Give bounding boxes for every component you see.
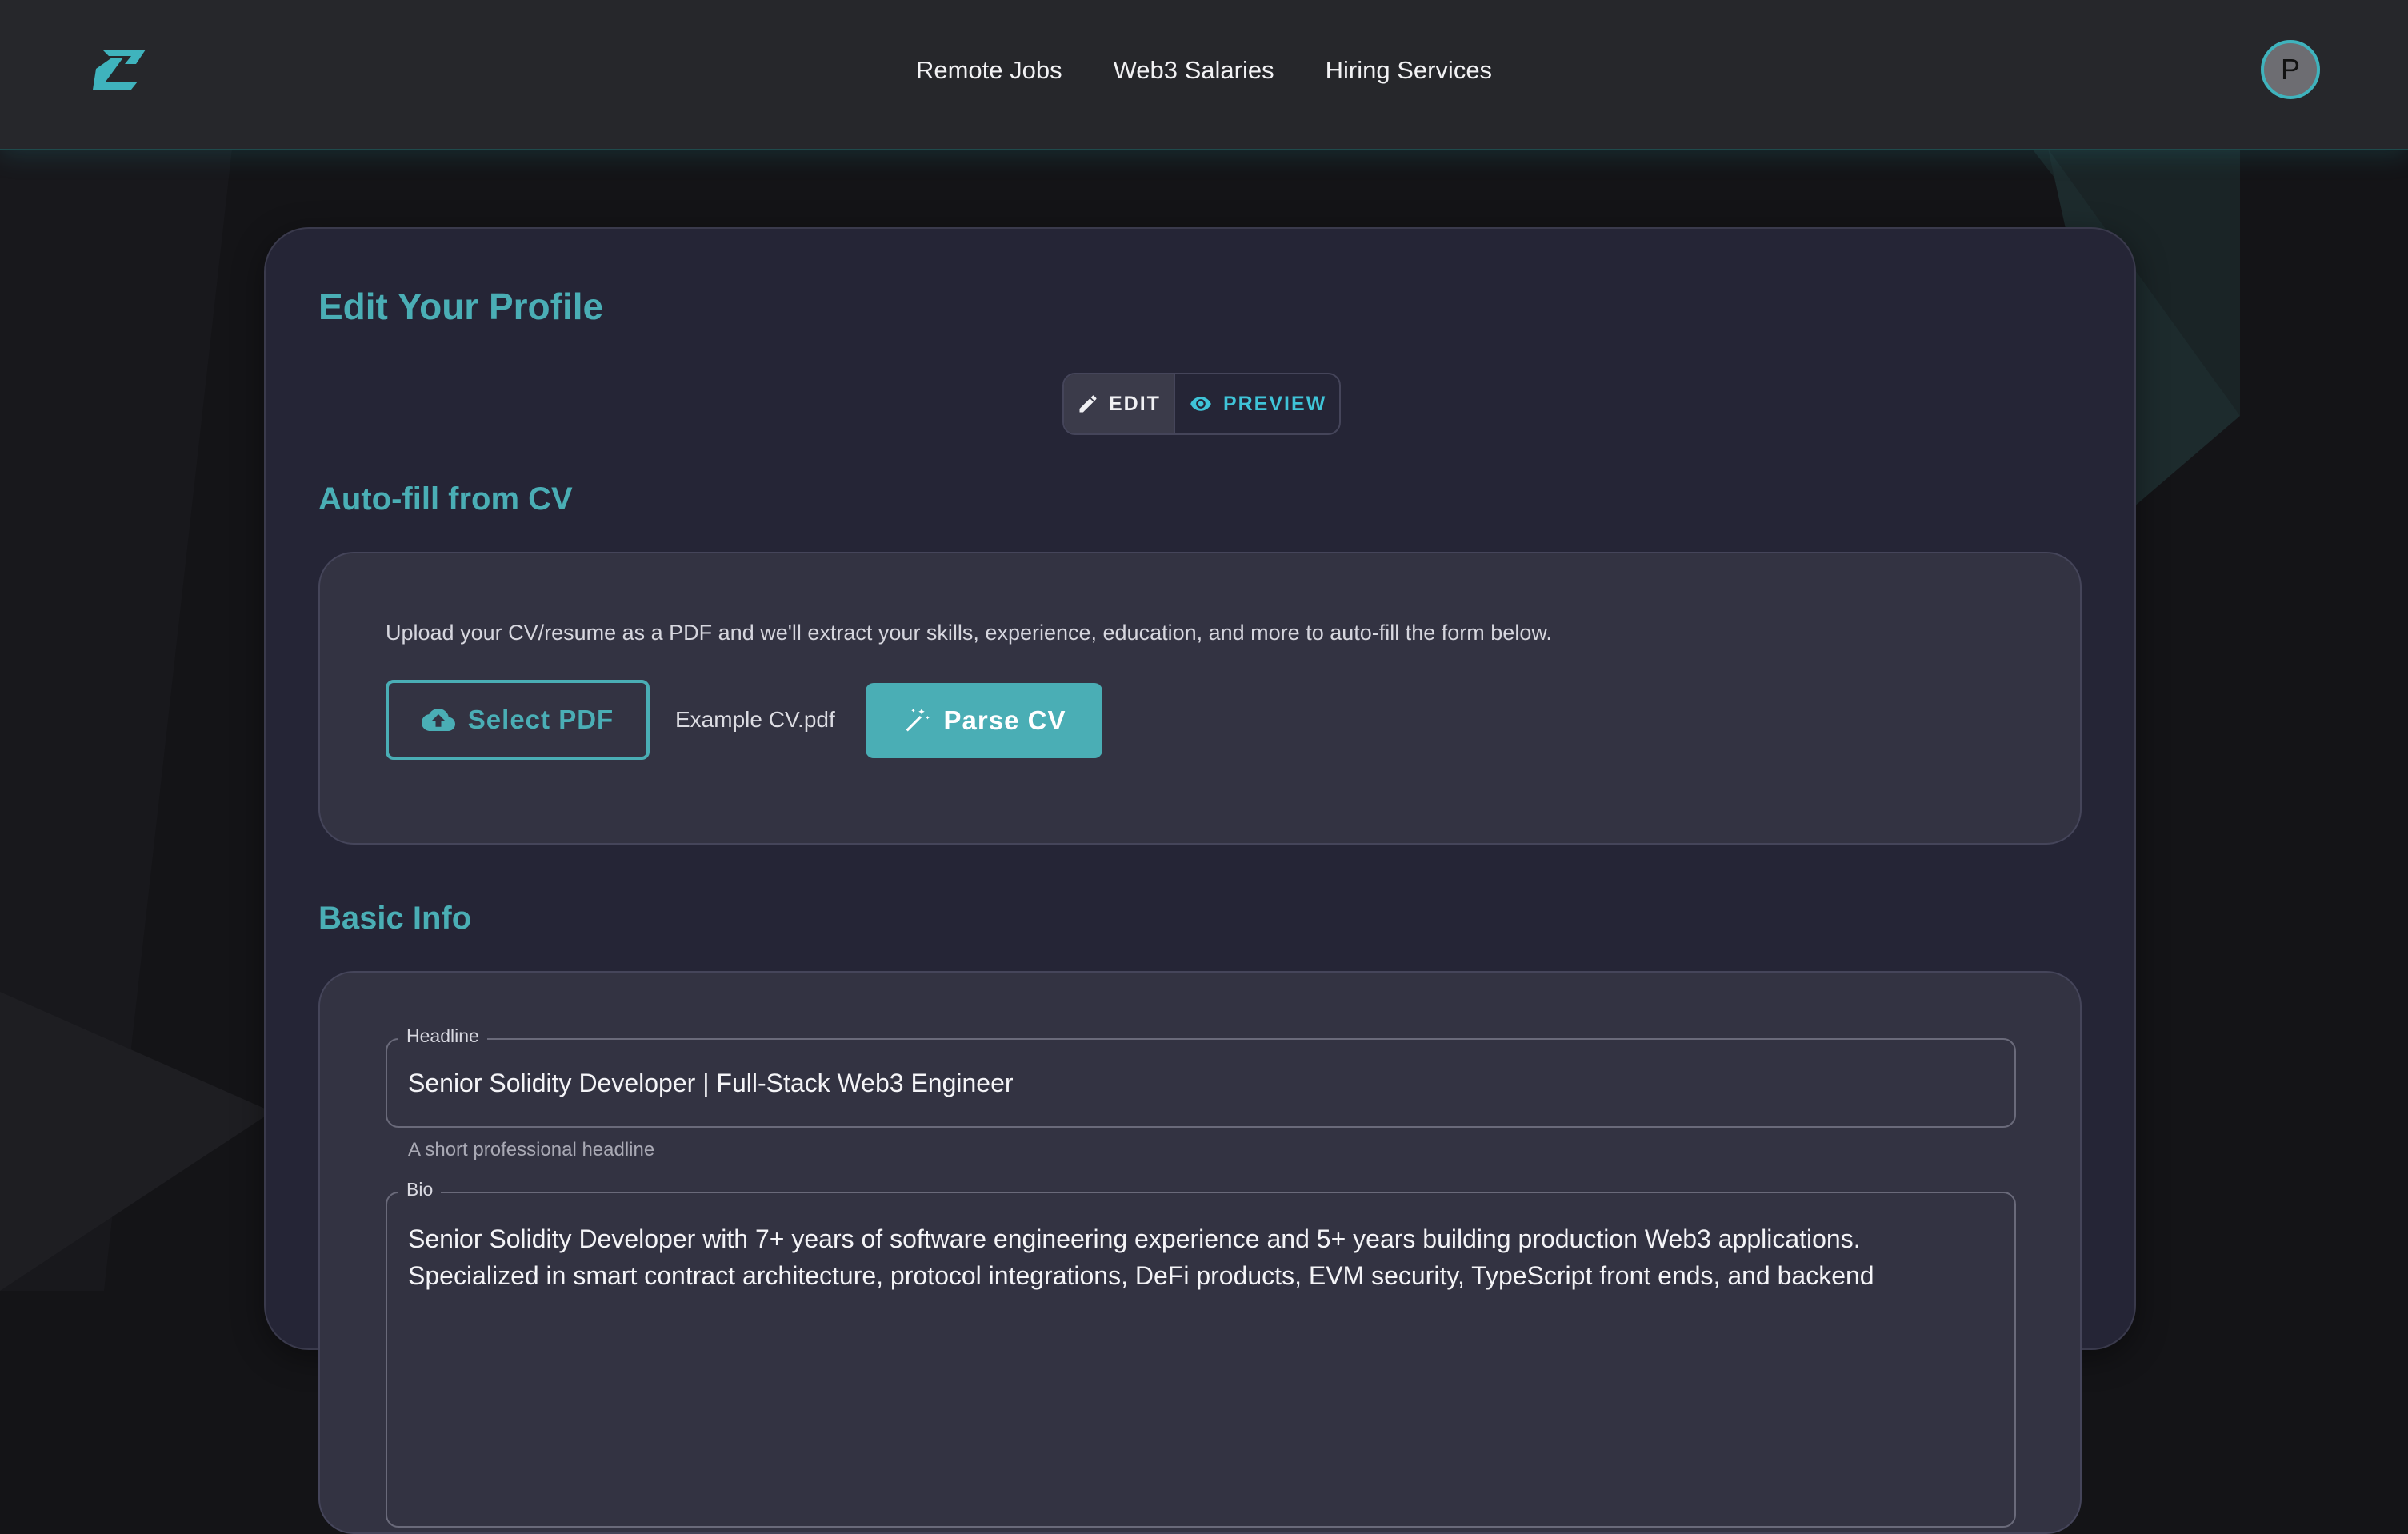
avatar[interactable]: P <box>2261 40 2320 99</box>
pencil-icon <box>1079 395 1097 413</box>
basic-info-panel: Headline Senior Solidity Developer | Ful… <box>318 971 2082 1534</box>
headline-label: Headline <box>398 1025 487 1047</box>
nav-link-hiring-services[interactable]: Hiring Services <box>1326 56 1492 85</box>
bio-line: Specialized in smart contract architectu… <box>408 1261 1874 1290</box>
nav-link-web3-salaries[interactable]: Web3 Salaries <box>1114 56 1274 85</box>
headline-input[interactable]: Senior Solidity Developer | Full-Stack W… <box>408 1069 1014 1098</box>
edit-tab[interactable]: EDIT <box>1064 374 1175 433</box>
basic-info-heading: Basic Info <box>318 901 472 936</box>
parse-cv-button[interactable]: Parse CV <box>866 683 1102 758</box>
edit-preview-toggle: EDIT PREVIEW <box>1062 373 1342 435</box>
select-pdf-button[interactable]: Select PDF <box>386 680 650 760</box>
headline-helper-text: A short professional headline <box>408 1139 655 1160</box>
autofill-panel: Upload your CV/resume as a PDF and we'll… <box>318 552 2082 845</box>
top-navigation-bar: Remote Jobs Web3 Salaries Hiring Service… <box>0 0 2408 150</box>
autofill-description: Upload your CV/resume as a PDF and we'll… <box>386 621 1552 645</box>
eye-icon <box>1190 397 1211 411</box>
page-title: Edit Your Profile <box>318 286 604 327</box>
main-nav: Remote Jobs Web3 Salaries Hiring Service… <box>0 56 2408 85</box>
autofill-heading: Auto-fill from CV <box>318 481 573 517</box>
magic-wand-icon <box>906 709 930 732</box>
profile-edit-card: Edit Your Profile EDIT PREVIEW Auto-fill… <box>264 227 2136 1534</box>
parse-cv-label: Parse CV <box>943 705 1066 735</box>
edit-tab-label: EDIT <box>1109 392 1161 415</box>
nav-link-remote-jobs[interactable]: Remote Jobs <box>916 56 1062 85</box>
preview-tab[interactable]: PREVIEW <box>1175 374 1339 433</box>
cloud-upload-icon <box>421 709 455 731</box>
bio-label: Bio <box>398 1179 442 1200</box>
bio-line: Senior Solidity Developer with 7+ years … <box>408 1224 1861 1253</box>
preview-tab-label: PREVIEW <box>1222 392 1327 415</box>
selected-file-name: Example CV.pdf <box>675 707 835 732</box>
bio-textarea[interactable]: Senior Solidity Developer with 7+ years … <box>408 1220 2000 1294</box>
select-pdf-label: Select PDF <box>467 705 614 734</box>
